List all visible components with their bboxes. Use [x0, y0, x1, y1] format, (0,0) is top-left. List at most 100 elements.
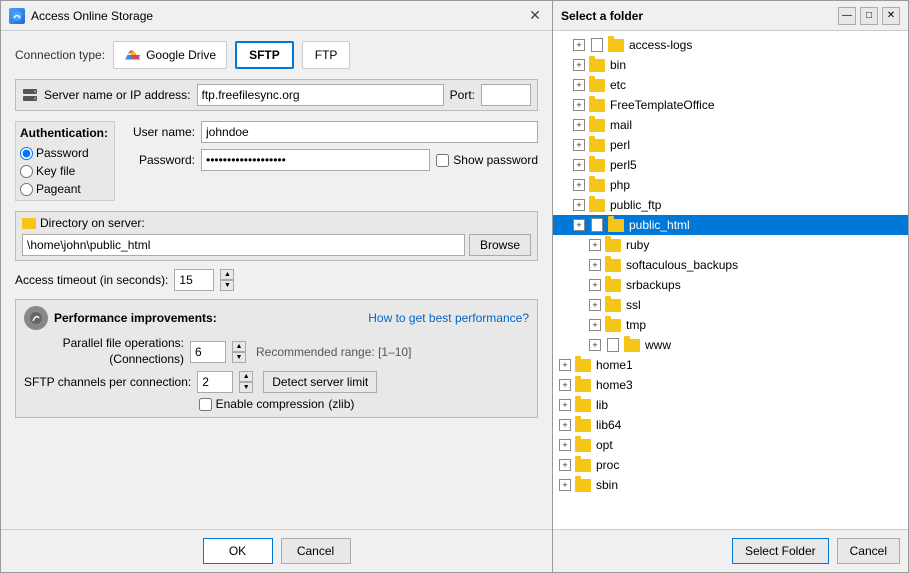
expand-button[interactable]: +	[559, 459, 571, 471]
expand-button[interactable]: +	[573, 39, 585, 51]
maximize-button[interactable]: □	[860, 7, 878, 25]
expand-button[interactable]: +	[573, 59, 585, 71]
tree-item[interactable]: +proc	[553, 455, 908, 475]
tree-item[interactable]: +lib	[553, 395, 908, 415]
tree-item[interactable]: +home1	[553, 355, 908, 375]
folder-tree[interactable]: +access-logs+bin+etc+FreeTemplateOffice+…	[553, 31, 908, 529]
username-row: User name:	[125, 121, 538, 143]
sftp-channels-input[interactable]	[197, 371, 233, 393]
expand-button[interactable]: +	[573, 219, 585, 231]
auth-password-radio[interactable]	[20, 147, 33, 160]
perf-link[interactable]: How to get best performance?	[368, 311, 529, 325]
left-close-button[interactable]: ✕	[526, 7, 544, 25]
tree-item[interactable]: +mail	[553, 115, 908, 135]
app-icon	[9, 8, 25, 24]
folder-icon	[575, 399, 591, 412]
expand-button[interactable]: +	[573, 159, 585, 171]
sftp-channels-up-button[interactable]: ▲	[239, 371, 253, 382]
detect-server-limit-button[interactable]: Detect server limit	[263, 371, 377, 393]
tree-item[interactable]: +etc	[553, 75, 908, 95]
expand-button[interactable]: +	[573, 99, 585, 111]
ok-button[interactable]: OK	[203, 538, 273, 564]
sftp-label: SFTP	[249, 48, 280, 62]
ftp-button[interactable]: FTP	[302, 41, 351, 69]
expand-button[interactable]: +	[559, 419, 571, 431]
auth-keyfile-row[interactable]: Key file	[20, 164, 110, 178]
expand-button[interactable]: +	[559, 379, 571, 391]
minimize-button[interactable]: —	[838, 7, 856, 25]
parallel-range-label: Recommended range: [1–10]	[256, 345, 411, 359]
password-input[interactable]	[201, 149, 430, 171]
parallel-up-button[interactable]: ▲	[232, 341, 246, 352]
timeout-down-button[interactable]: ▼	[220, 280, 234, 291]
folder-name: bin	[610, 58, 626, 72]
tree-item[interactable]: +www	[553, 335, 908, 355]
auth-pageant-row[interactable]: Pageant	[20, 182, 110, 196]
expand-button[interactable]: +	[559, 439, 571, 451]
select-folder-label: Select Folder	[745, 544, 816, 558]
timeout-input[interactable]	[174, 269, 214, 291]
tree-item[interactable]: +ruby	[553, 235, 908, 255]
tree-item[interactable]: +ssl	[553, 295, 908, 315]
auth-pageant-radio[interactable]	[20, 183, 33, 196]
compress-checkbox[interactable]	[199, 398, 212, 411]
select-folder-button[interactable]: Select Folder	[732, 538, 829, 564]
gdrive-button[interactable]: Google Drive	[113, 41, 227, 69]
tree-item[interactable]: +perl	[553, 135, 908, 155]
port-input[interactable]	[481, 84, 531, 106]
expand-button[interactable]: +	[589, 299, 601, 311]
folder-icon	[575, 419, 591, 432]
expand-button[interactable]: +	[573, 179, 585, 191]
ftp-label: FTP	[315, 48, 338, 62]
timeout-row: Access timeout (in seconds): ▲ ▼	[15, 269, 538, 291]
tree-item[interactable]: +softaculous_backups	[553, 255, 908, 275]
tree-item[interactable]: +FreeTemplateOffice	[553, 95, 908, 115]
expand-button[interactable]: +	[589, 259, 601, 271]
right-window-controls: — □ ✕	[838, 7, 900, 25]
expand-button[interactable]: +	[589, 239, 601, 251]
right-cancel-label: Cancel	[850, 544, 887, 558]
tree-item[interactable]: +public_html	[553, 215, 908, 235]
expand-button[interactable]: +	[573, 139, 585, 151]
expand-button[interactable]: +	[559, 359, 571, 371]
right-close-button[interactable]: ✕	[882, 7, 900, 25]
auth-keyfile-radio[interactable]	[20, 165, 33, 178]
sftp-button[interactable]: SFTP	[235, 41, 294, 69]
expand-button[interactable]: +	[559, 479, 571, 491]
expand-button[interactable]: +	[589, 339, 601, 351]
tree-item[interactable]: +public_ftp	[553, 195, 908, 215]
show-password-checkbox[interactable]	[436, 154, 449, 167]
sftp-channels-down-button[interactable]: ▼	[239, 382, 253, 393]
folder-icon	[589, 199, 605, 212]
expand-button[interactable]: +	[589, 279, 601, 291]
browse-button[interactable]: Browse	[469, 234, 531, 256]
sftp-channels-row: SFTP channels per connection: ▲ ▼ Detect…	[24, 371, 529, 393]
tree-item[interactable]: +sbin	[553, 475, 908, 495]
expand-button[interactable]: +	[573, 119, 585, 131]
tree-item[interactable]: +srbackups	[553, 275, 908, 295]
tree-item[interactable]: +php	[553, 175, 908, 195]
tree-item[interactable]: +access-logs	[553, 35, 908, 55]
username-input[interactable]	[201, 121, 538, 143]
tree-item[interactable]: +perl5	[553, 155, 908, 175]
expand-button[interactable]: +	[573, 79, 585, 91]
parallel-down-button[interactable]: ▼	[232, 352, 246, 363]
tree-item[interactable]: +lib64	[553, 415, 908, 435]
expand-button[interactable]: +	[589, 319, 601, 331]
auth-password-label: Password	[36, 146, 89, 160]
parallel-input[interactable]	[190, 341, 226, 363]
expand-button[interactable]: +	[559, 399, 571, 411]
tree-item[interactable]: + bin	[553, 55, 908, 75]
timeout-up-button[interactable]: ▲	[220, 269, 234, 280]
tree-item[interactable]: +home3	[553, 375, 908, 395]
expand-button[interactable]: +	[573, 199, 585, 211]
compress-row: Enable compression (zlib)	[24, 397, 529, 411]
folder-icon	[605, 259, 621, 272]
cancel-button[interactable]: Cancel	[281, 538, 351, 564]
server-input[interactable]	[197, 84, 444, 106]
directory-input[interactable]	[22, 234, 465, 256]
tree-item[interactable]: +opt	[553, 435, 908, 455]
right-cancel-button[interactable]: Cancel	[837, 538, 900, 564]
auth-password-row[interactable]: Password	[20, 146, 110, 160]
tree-item[interactable]: +tmp	[553, 315, 908, 335]
